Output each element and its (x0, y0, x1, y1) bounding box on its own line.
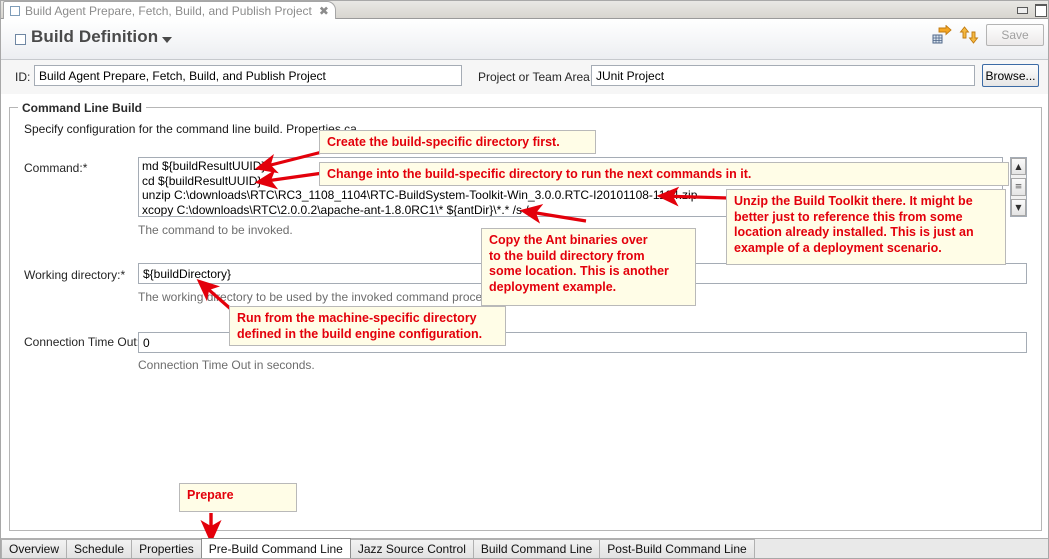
editor-page-tabs: Overview Schedule Properties Pre-Build C… (1, 538, 1048, 558)
section-description: Specify configuration for the command li… (24, 122, 357, 136)
build-definition-editor: Build Agent Prepare, Fetch, Build, and P… (0, 0, 1049, 559)
command-hint: The command to be invoked. (138, 223, 293, 237)
connection-timeout-label: Connection Time Out: (24, 335, 141, 349)
minimize-icon[interactable] (1015, 3, 1029, 16)
project-area-label: Project or Team Area: (478, 70, 594, 84)
callout-prepare: Prepare (179, 483, 297, 512)
request-build-icon[interactable] (932, 25, 952, 45)
tab-schedule[interactable]: Schedule (66, 539, 133, 558)
id-input[interactable] (34, 65, 462, 86)
form-header: Build Definition Save (1, 19, 1048, 60)
refresh-icon[interactable] (959, 25, 979, 45)
editor-tab-strip: Build Agent Prepare, Fetch, Build, and P… (1, 1, 1048, 19)
window-controls (1015, 3, 1047, 17)
maximize-icon[interactable] (1033, 3, 1047, 17)
command-label: Command:* (24, 161, 88, 175)
command-scrollbar[interactable]: ▲ ≡ ▼ (1010, 157, 1027, 217)
callout-unzip-toolkit: Unzip the Build Toolkit there. It might … (726, 189, 1006, 265)
id-label: ID: (15, 70, 31, 84)
close-icon[interactable]: ✖ (319, 5, 329, 17)
editor-tab-build-agent[interactable]: Build Agent Prepare, Fetch, Build, and P… (3, 1, 336, 19)
callout-create-directory: Create the build-specific directory firs… (319, 130, 596, 154)
tab-pre-build-command-line[interactable]: Pre-Build Command Line (200, 538, 351, 558)
callout-change-directory: Change into the build-specific directory… (319, 162, 1009, 186)
project-area-input[interactable] (591, 65, 975, 86)
working-directory-hint: The working directory to be used by the … (138, 290, 498, 304)
scrollbar-thumb[interactable]: ≡ (1011, 178, 1026, 196)
save-button[interactable]: Save (986, 24, 1044, 46)
tab-build-command-line[interactable]: Build Command Line (472, 539, 601, 558)
callout-copy-ant: Copy the Ant binaries over to the build … (481, 228, 696, 306)
tab-post-build-command-line[interactable]: Post-Build Command Line (599, 539, 755, 558)
tab-overview[interactable]: Overview (1, 539, 68, 558)
identification-row: ID: Project or Team Area: Browse... (1, 60, 1048, 94)
form-header-toolbar: Save (932, 24, 1044, 46)
connection-timeout-hint: Connection Time Out in seconds. (138, 358, 315, 372)
callout-machine-directory: Run from the machine-specific directory … (229, 306, 506, 346)
page-title: Build Definition (31, 27, 159, 46)
browse-button[interactable]: Browse... (982, 64, 1039, 87)
section-title: Command Line Build (18, 101, 146, 115)
scroll-up-icon[interactable]: ▲ (1011, 158, 1026, 175)
editor-tab-icon (10, 5, 20, 16)
tab-properties[interactable]: Properties (131, 539, 202, 558)
working-directory-label: Working directory:* (24, 268, 126, 282)
form-header-icon (15, 34, 26, 45)
tab-jazz-source-control[interactable]: Jazz Source Control (349, 539, 474, 558)
chevron-down-icon[interactable] (162, 37, 172, 43)
editor-tab-label: Build Agent Prepare, Fetch, Build, and P… (25, 3, 312, 18)
scroll-down-icon[interactable]: ▼ (1011, 199, 1026, 216)
